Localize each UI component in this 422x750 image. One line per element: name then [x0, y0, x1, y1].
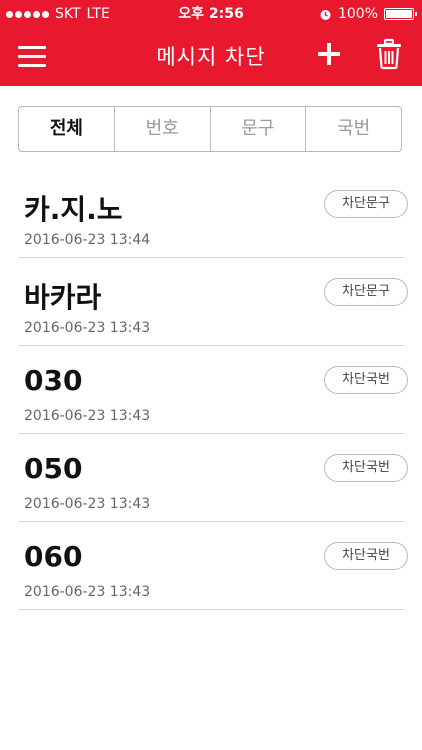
status-right: 100% — [319, 0, 417, 28]
filter-tabs: 전체 번호 문구 국번 — [18, 106, 402, 152]
block-type-badge[interactable]: 차단문구 — [324, 190, 408, 218]
blocked-text: 카.지.노 — [24, 193, 123, 226]
blocked-date: 2016-06-23 13:43 — [24, 320, 151, 336]
blocked-date: 2016-06-23 13:43 — [24, 584, 151, 600]
list-item[interactable]: 바카라 2016-06-23 13:43 차단문구 — [0, 258, 422, 346]
battery-percent: 100% — [337, 6, 378, 22]
blocked-text: 바카라 — [24, 281, 102, 314]
block-type-badge[interactable]: 차단국번 — [324, 542, 408, 570]
blocked-text: 050 — [24, 452, 83, 485]
list-item[interactable]: 050 2016-06-23 13:43 차단국번 — [0, 434, 422, 522]
tab-number[interactable]: 번호 — [113, 107, 210, 151]
block-type-badge[interactable]: 차단국번 — [324, 454, 408, 482]
title-bar: 메시지 차단 — [0, 28, 422, 86]
battery-icon — [384, 8, 417, 20]
blocked-text: 060 — [24, 540, 83, 573]
list-item[interactable]: 030 2016-06-23 13:43 차단국번 — [0, 346, 422, 434]
blocked-text: 030 — [24, 364, 83, 397]
plus-icon — [318, 43, 340, 65]
list-item[interactable]: 060 2016-06-23 13:43 차단국번 — [0, 522, 422, 610]
status-bar: SKT LTE 오후 2:56 100% — [0, 0, 422, 28]
page-title: 메시지 차단 — [156, 45, 266, 69]
divider — [18, 609, 404, 610]
blocked-list: 카.지.노 2016-06-23 13:44 차단문구 바카라 2016-06-… — [0, 170, 422, 610]
blocked-date: 2016-06-23 13:44 — [24, 232, 151, 248]
block-type-badge[interactable]: 차단국번 — [324, 366, 408, 394]
delete-button[interactable] — [375, 38, 403, 70]
app-header: SKT LTE 오후 2:56 100% 메시지 차단 — [0, 0, 422, 86]
tab-all[interactable]: 전체 — [19, 107, 114, 151]
tab-phrase[interactable]: 문구 — [209, 107, 306, 151]
add-button[interactable] — [314, 39, 344, 69]
trash-icon — [377, 38, 401, 70]
alarm-clock-icon — [320, 9, 331, 20]
list-item[interactable]: 카.지.노 2016-06-23 13:44 차단문구 — [0, 170, 422, 258]
block-type-badge[interactable]: 차단문구 — [324, 278, 408, 306]
tab-prefix[interactable]: 국번 — [305, 107, 401, 151]
blocked-date: 2016-06-23 13:43 — [24, 496, 151, 512]
blocked-date: 2016-06-23 13:43 — [24, 408, 151, 424]
